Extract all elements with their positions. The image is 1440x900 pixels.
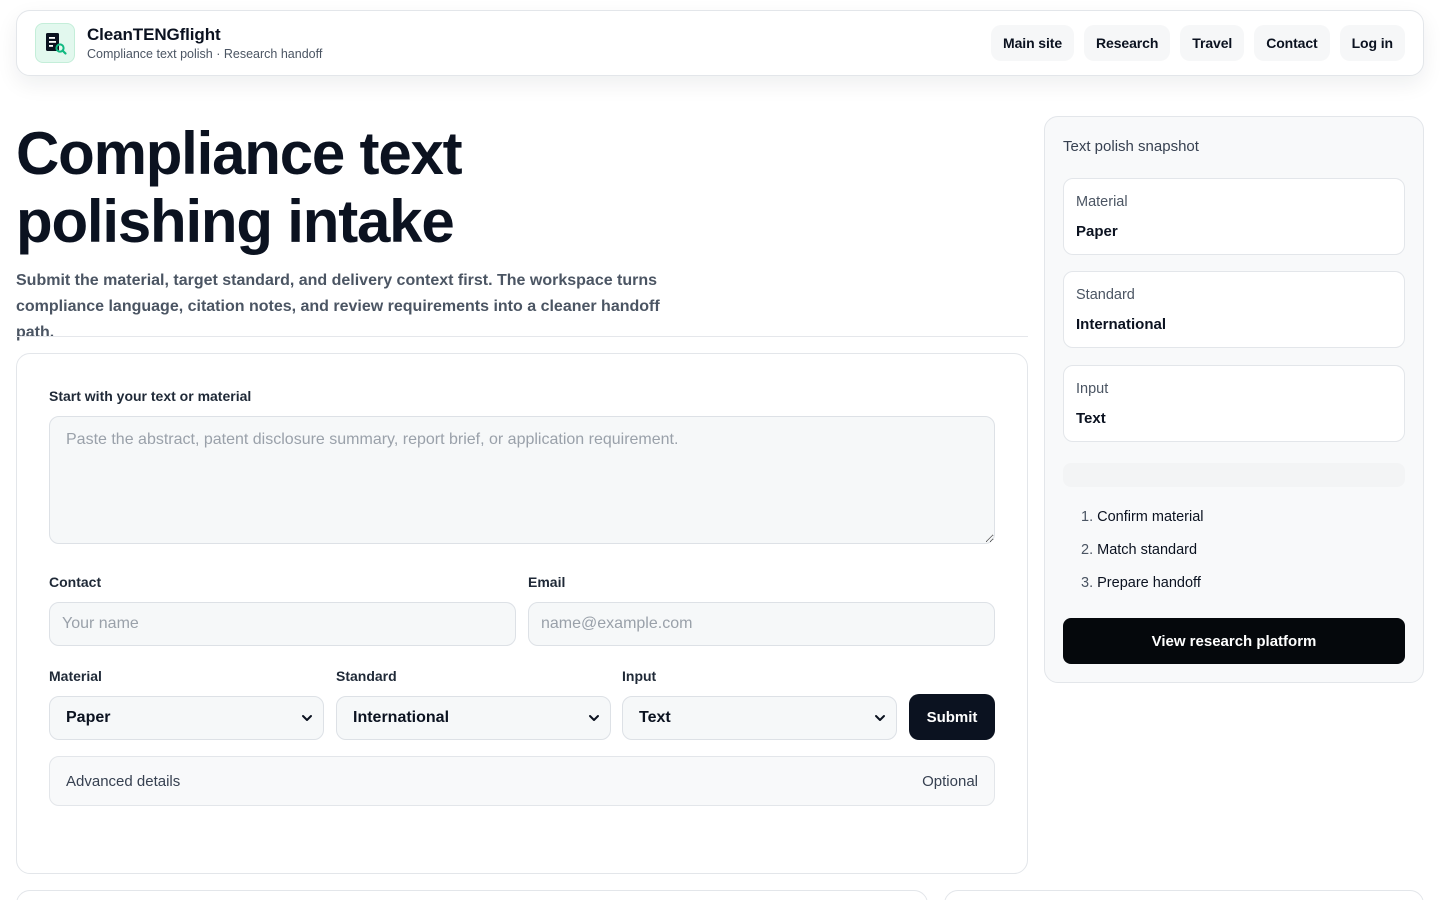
snapshot-label: Standard [1076, 287, 1135, 303]
advanced-details-toggle[interactable]: Advanced details Optional [49, 756, 995, 806]
input-type-label: Input [622, 668, 657, 684]
main-nav: Main site Research Travel Contact Log in [991, 25, 1405, 61]
email-field[interactable] [528, 602, 995, 646]
text-polish-snapshot: Text polish snapshot Material Paper Stan… [1044, 116, 1424, 683]
brand: CleanTENGflight Compliance text polish ·… [87, 25, 322, 61]
input-type-select-value: Text [639, 709, 671, 726]
snapshot-material: Material Paper [1063, 178, 1405, 255]
chevron-down-icon [302, 715, 312, 721]
nav-contact[interactable]: Contact [1254, 25, 1330, 61]
nav-research[interactable]: Research [1084, 25, 1171, 61]
brand-subtitle: Compliance text polish · Research handof… [87, 47, 323, 61]
snapshot-title: Text polish snapshot [1063, 138, 1199, 155]
step-item: 3. Prepare handoff [1081, 572, 1203, 605]
text-label: Start with your text or material [49, 388, 252, 404]
snapshot-value: Text [1076, 410, 1106, 427]
snapshot-input: Input Text [1063, 365, 1405, 442]
progress-strip [1063, 463, 1405, 487]
material-label: Material [49, 668, 102, 684]
chevron-down-icon [875, 715, 885, 721]
bottom-card-right [944, 890, 1424, 900]
chevron-down-icon [589, 715, 599, 721]
step-text: Prepare handoff [1097, 575, 1201, 591]
intake-form: Start with your text or material Contact… [16, 353, 1028, 874]
snapshot-value: Paper [1076, 223, 1118, 240]
email-label: Email [528, 574, 566, 590]
divider [16, 336, 1028, 337]
standard-label: Standard [336, 668, 397, 684]
step-text: Match standard [1097, 542, 1198, 558]
step-number: 2. [1081, 542, 1094, 558]
steps-list: 1. Confirm material 2. Match standard 3.… [1081, 506, 1203, 605]
input-type-select[interactable]: Text [622, 696, 897, 740]
snapshot-value: International [1076, 316, 1167, 333]
nav-main-site[interactable]: Main site [991, 25, 1075, 61]
snapshot-label: Material [1076, 194, 1128, 210]
standard-select-value: International [353, 709, 450, 726]
site-header: CleanTENGflight Compliance text polish ·… [16, 10, 1424, 76]
step-number: 1. [1081, 509, 1094, 525]
snapshot-standard: Standard International [1063, 271, 1405, 348]
text-input[interactable] [49, 416, 995, 544]
page-description: Submit the material, target standard, an… [16, 272, 660, 341]
view-research-platform-button[interactable]: View research platform [1063, 618, 1405, 664]
bottom-card-left [16, 890, 928, 900]
document-search-icon[interactable] [35, 23, 75, 63]
snapshot-label: Input [1076, 381, 1109, 397]
step-text: Confirm material [1097, 509, 1204, 525]
standard-select[interactable]: International [336, 696, 611, 740]
material-select-value: Paper [66, 709, 111, 726]
page-title-line2: polishing intake [16, 188, 455, 255]
advanced-details-label: Advanced details [66, 772, 181, 790]
page-title-line1: Compliance text [16, 120, 463, 187]
page-title: Compliance text polishing intake [16, 120, 656, 256]
nav-travel[interactable]: Travel [1180, 25, 1245, 61]
step-item: 2. Match standard [1081, 539, 1203, 572]
nav-log-in[interactable]: Log in [1339, 25, 1405, 61]
material-select[interactable]: Paper [49, 696, 324, 740]
advanced-details-hint: Optional [922, 772, 978, 790]
contact-label: Contact [49, 574, 102, 590]
brand-name[interactable]: CleanTENGflight [87, 25, 322, 45]
contact-field[interactable] [49, 602, 516, 646]
step-number: 3. [1081, 575, 1094, 591]
submit-button[interactable]: Submit [909, 694, 995, 740]
step-item: 1. Confirm material [1081, 506, 1203, 539]
